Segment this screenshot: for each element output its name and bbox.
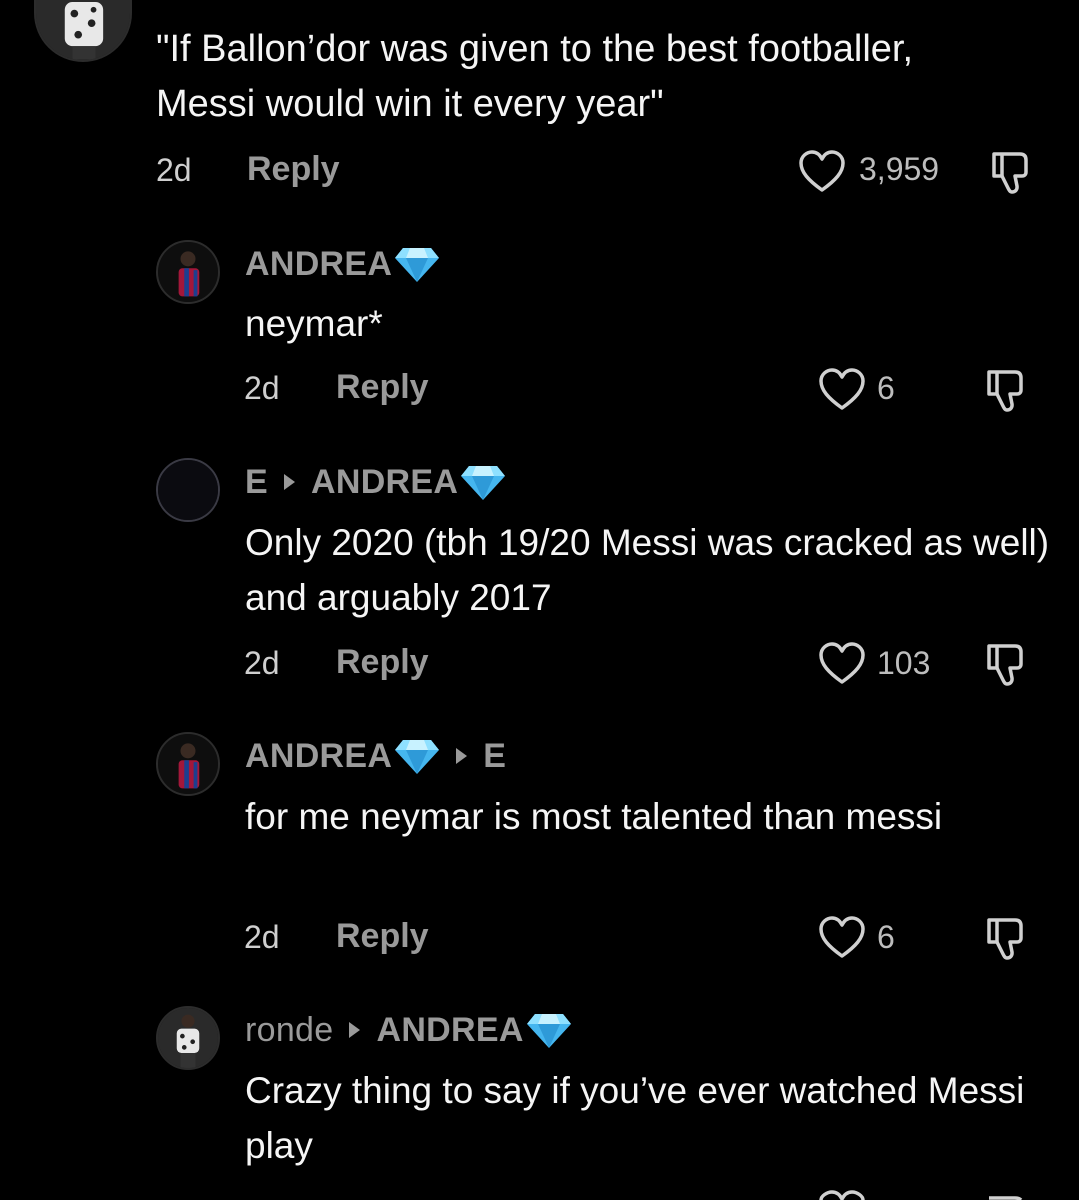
username-text: E xyxy=(245,462,268,501)
like-count: 6 xyxy=(877,919,895,955)
reply-to-username: E xyxy=(483,736,507,775)
comment-username[interactable]: ANDREA xyxy=(245,244,440,284)
avatar[interactable] xyxy=(156,1006,220,1070)
diamond-icon xyxy=(395,740,440,774)
comment-username[interactable]: E ANDREA xyxy=(245,462,506,502)
avatar-image xyxy=(36,0,130,60)
comment-text: "If Ballon’dor was given to the best foo… xyxy=(156,28,914,125)
heart-icon[interactable] xyxy=(798,150,846,194)
reply-button[interactable]: Reply xyxy=(336,643,429,682)
diamond-icon xyxy=(395,248,440,282)
reply-arrow-icon xyxy=(349,1022,361,1038)
heart-icon[interactable] xyxy=(818,642,866,686)
reply-to-username: ANDREA xyxy=(376,1010,524,1049)
dislike-icon[interactable] xyxy=(988,148,1036,196)
avatar[interactable] xyxy=(156,732,220,796)
avatar-image xyxy=(158,734,218,794)
reply-arrow-icon xyxy=(456,748,468,764)
comment-text: neymar* xyxy=(245,303,383,344)
comment-username[interactable]: ANDREA E xyxy=(245,736,506,776)
reply-to-username: ANDREA xyxy=(310,462,459,501)
like-count: 3,959 xyxy=(859,151,940,187)
diamond-icon xyxy=(526,1014,571,1048)
avatar-image xyxy=(158,242,218,302)
comment-text: Only 2020 (tbh 19/20 Messi was cracked a… xyxy=(245,522,1050,618)
comment-username[interactable]: ronde ANDREA xyxy=(245,1010,572,1050)
like-count: 103 xyxy=(877,645,931,681)
dislike-icon[interactable] xyxy=(983,366,1031,414)
avatar[interactable] xyxy=(156,458,220,522)
comment-timestamp: 2d xyxy=(244,919,280,955)
username-text: ANDREA xyxy=(245,244,393,283)
reply-button[interactable]: Reply xyxy=(336,917,429,956)
heart-icon[interactable] xyxy=(818,368,866,412)
reply-button[interactable]: Reply xyxy=(247,150,340,189)
username-text: ronde xyxy=(245,1010,334,1049)
reply-button[interactable]: Reply xyxy=(336,368,429,407)
dislike-icon[interactable] xyxy=(983,914,1031,962)
reply-arrow-icon xyxy=(283,474,295,490)
dislike-icon[interactable] xyxy=(983,640,1031,688)
diamond-icon xyxy=(461,466,506,500)
like-count: 6 xyxy=(877,370,895,406)
avatar-image xyxy=(158,460,218,520)
username-text: ANDREA xyxy=(245,736,393,775)
comment-text: Crazy thing to say if you’ve ever watche… xyxy=(245,1070,1025,1166)
comment-timestamp: 2d xyxy=(244,370,280,406)
avatar[interactable] xyxy=(156,240,220,304)
avatar-image xyxy=(158,1008,218,1068)
comment-text: for me neymar is most talented than mess… xyxy=(245,796,943,837)
comment-timestamp: 2d xyxy=(244,645,280,681)
heart-icon[interactable] xyxy=(818,1190,866,1200)
comment-timestamp: 2d xyxy=(156,152,192,188)
heart-icon[interactable] xyxy=(818,916,866,960)
avatar[interactable] xyxy=(34,0,132,62)
dislike-icon[interactable] xyxy=(983,1192,1031,1200)
